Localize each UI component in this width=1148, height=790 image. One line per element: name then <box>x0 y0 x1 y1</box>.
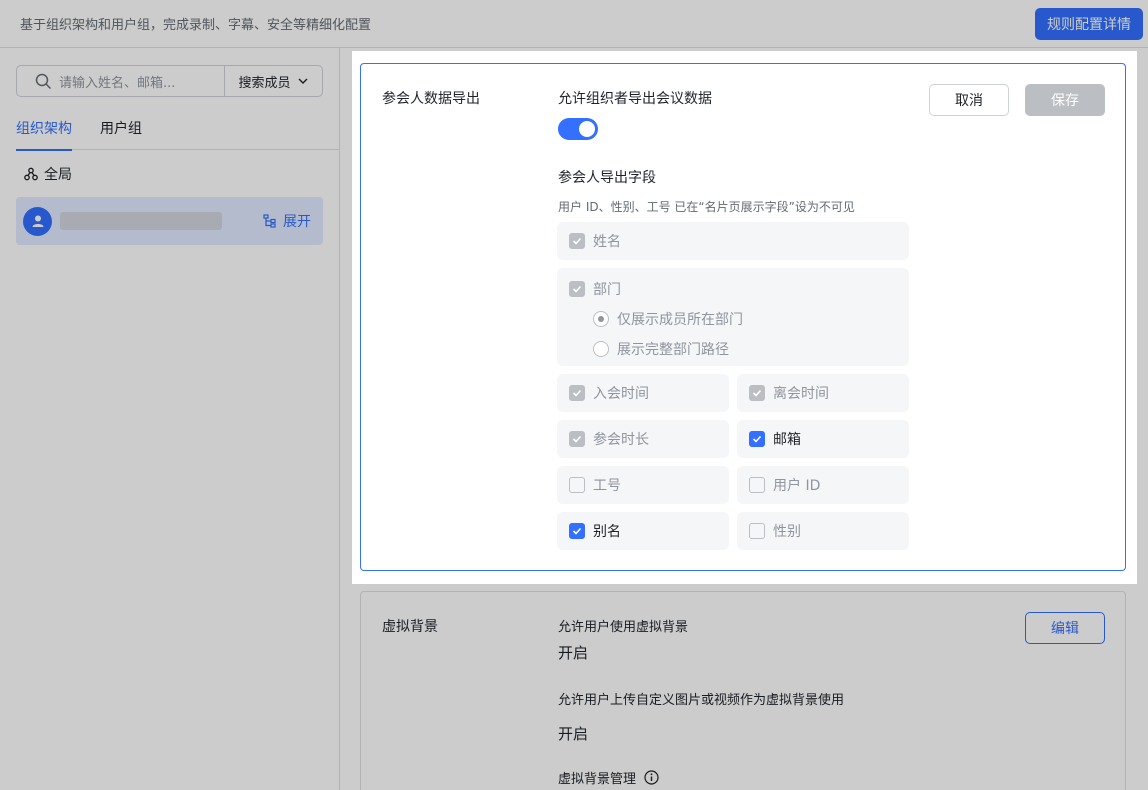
global-label: 全局 <box>44 167 72 183</box>
field-alias-label: 别名 <box>593 524 621 540</box>
checkbox-duration <box>569 431 585 447</box>
allow-upload-value: 开启 <box>558 725 589 743</box>
check-icon <box>752 435 762 443</box>
info-icon[interactable] <box>644 770 659 785</box>
allow-export-toggle[interactable] <box>558 118 598 140</box>
checkbox-alias[interactable] <box>569 523 585 539</box>
expand-button[interactable]: 展开 <box>263 211 311 231</box>
search-placeholder: 请输入姓名、邮箱... <box>59 75 176 91</box>
sidebar: 请输入姓名、邮箱... 搜索成员 组织架构 用户组 全局 展开 <box>0 48 340 790</box>
global-scope-item[interactable]: 全局 <box>24 164 72 184</box>
export-section-title: 参会人数据导出 <box>382 91 480 107</box>
checkbox-employee-id <box>569 477 585 493</box>
checkbox-department <box>569 281 585 297</box>
avatar <box>23 206 52 236</box>
tree-expand-icon <box>263 214 276 228</box>
export-fields-title: 参会人导出字段 <box>558 170 656 186</box>
field-gender: 性别 <box>737 512 909 550</box>
search-input[interactable]: 请输入姓名、邮箱... <box>17 66 224 96</box>
radio-dept-own <box>593 311 609 327</box>
field-alias[interactable]: 别名 <box>557 512 729 550</box>
export-fields-note: 用户 ID、性别、工号 已在“名片页展示字段”设为不可见 <box>558 200 855 214</box>
dept-option-full-label: 展示完整部门路径 <box>617 342 729 358</box>
edit-button[interactable]: 编辑 <box>1025 612 1105 644</box>
allow-virtual-bg-value: 开启 <box>558 644 589 662</box>
field-gender-label: 性别 <box>773 524 801 540</box>
field-name-label: 姓名 <box>593 234 621 250</box>
check-icon <box>752 389 762 397</box>
rule-detail-button[interactable]: 规则配置详情 <box>1035 7 1143 40</box>
field-join-time: 入会时间 <box>557 374 729 412</box>
dept-option-own-label: 仅展示成员所在部门 <box>617 312 743 328</box>
member-search: 请输入姓名、邮箱... 搜索成员 <box>16 65 323 97</box>
page-description: 基于组织架构和用户组，完成录制、字幕、安全等精细化配置 <box>20 18 372 33</box>
org-global-icon <box>24 167 38 181</box>
participant-export-card: 参会人数据导出 允许组织者导出会议数据 取消 保存 参会人导出字段 用户 ID、… <box>360 63 1126 571</box>
search-icon <box>35 73 51 89</box>
selected-member-row[interactable]: 展开 <box>16 197 323 245</box>
allow-virtual-bg-label: 允许用户使用虚拟背景 <box>558 620 689 635</box>
checkbox-user-id <box>749 477 765 493</box>
department-head: 部门 <box>569 279 621 299</box>
chevron-down-icon <box>298 78 307 84</box>
dept-option-full: 展示完整部门路径 <box>593 339 729 359</box>
field-leave-time-label: 离会时间 <box>773 386 829 402</box>
allow-upload-label: 允许用户上传自定义图片或视频作为虚拟背景使用 <box>558 693 845 708</box>
field-department: 部门 仅展示成员所在部门 展示完整部门路径 <box>557 268 909 366</box>
field-employee-id-label: 工号 <box>593 478 621 494</box>
check-icon <box>572 527 582 535</box>
radio-dept-full <box>593 341 609 357</box>
save-button[interactable]: 保存 <box>1025 84 1105 116</box>
field-employee-id: 工号 <box>557 466 729 504</box>
virtual-bg-management: 虚拟背景管理 <box>558 768 659 787</box>
check-icon <box>572 285 582 293</box>
checkbox-leave-time <box>749 385 765 401</box>
tab-user-groups[interactable]: 用户组 <box>100 112 142 150</box>
expand-label: 展开 <box>283 214 311 230</box>
toggle-knob <box>579 121 595 137</box>
field-email-label: 邮箱 <box>773 432 801 448</box>
checkbox-gender <box>749 523 765 539</box>
checkbox-name <box>569 233 585 249</box>
checkbox-join-time <box>569 385 585 401</box>
field-duration: 参会时长 <box>557 420 729 458</box>
search-type-label: 搜索成员 <box>238 75 291 91</box>
field-department-label: 部门 <box>593 282 621 298</box>
virtual-bg-management-label: 虚拟背景管理 <box>558 772 637 787</box>
check-icon <box>572 237 582 245</box>
member-name-redacted <box>60 212 222 230</box>
field-duration-label: 参会时长 <box>593 432 649 448</box>
field-user-id: 用户 ID <box>737 466 909 504</box>
field-user-id-label: 用户 ID <box>773 478 821 494</box>
allow-export-label: 允许组织者导出会议数据 <box>558 91 712 107</box>
dept-option-own: 仅展示成员所在部门 <box>593 309 743 329</box>
checkbox-email[interactable] <box>749 431 765 447</box>
check-icon <box>572 389 582 397</box>
cancel-button[interactable]: 取消 <box>929 84 1009 116</box>
user-icon <box>32 215 43 227</box>
field-leave-time: 离会时间 <box>737 374 909 412</box>
virtual-bg-title: 虚拟背景 <box>382 619 438 635</box>
field-email[interactable]: 邮箱 <box>737 420 909 458</box>
field-name: 姓名 <box>557 222 909 260</box>
check-icon <box>572 435 582 443</box>
field-join-time-label: 入会时间 <box>593 386 649 402</box>
top-bar: 基于组织架构和用户组，完成录制、字幕、安全等精细化配置 规则配置详情 <box>0 0 1148 48</box>
search-type-select[interactable]: 搜索成员 <box>224 66 322 96</box>
sidebar-tabs: 组织架构 用户组 <box>16 112 339 151</box>
virtual-background-card: 虚拟背景 允许用户使用虚拟背景 开启 允许用户上传自定义图片或视频作为虚拟背景使… <box>360 591 1126 790</box>
tab-org-structure[interactable]: 组织架构 <box>16 112 72 151</box>
